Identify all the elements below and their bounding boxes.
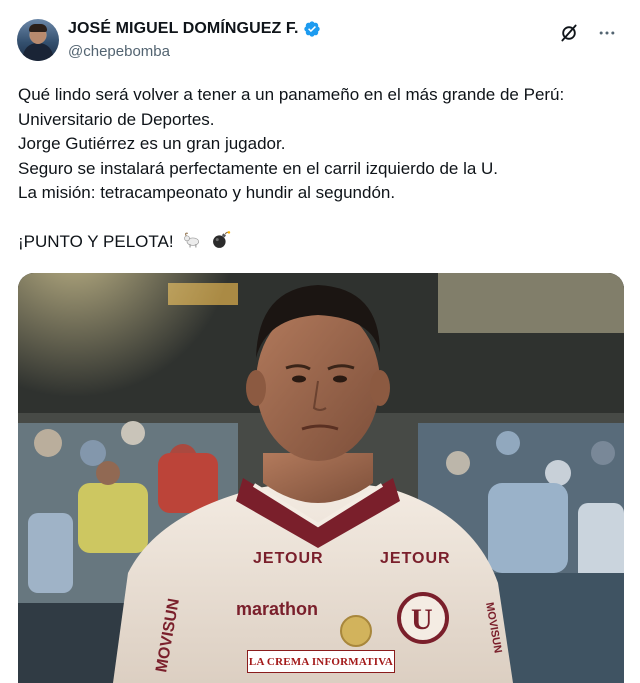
- champion-badge-icon: [340, 615, 372, 647]
- tweet-card: JOSÉ MIGUEL DOMÍNGUEZ F. @chepebomba Qué…: [0, 0, 640, 683]
- profile-avatar[interactable]: [17, 19, 59, 61]
- tweet-line: La misión: tetracampeonato y hundir al s…: [18, 183, 396, 202]
- tweet-text: Qué lindo será volver a tener a un panam…: [18, 83, 624, 254]
- tweet-line: Seguro se instalará perfectamente en el …: [18, 158, 499, 178]
- goat-emoji-icon: [184, 232, 200, 247]
- tweet-line: Universitario de Deportes.: [18, 109, 215, 129]
- tweet-line: Qué lindo será volver a tener a un panam…: [18, 85, 565, 104]
- author-name-row[interactable]: JOSÉ MIGUEL DOMÍNGUEZ F.: [68, 20, 321, 38]
- media-watermark: LA CREMA INFORMATIVA: [247, 650, 395, 673]
- jersey-sponsor-main: marathon: [236, 599, 318, 619]
- more-options-icon[interactable]: [596, 22, 618, 44]
- grok-icon[interactable]: [558, 22, 580, 44]
- author-display-name[interactable]: JOSÉ MIGUEL DOMÍNGUEZ F.: [68, 20, 299, 38]
- jersey-sponsor-right: JETOUR: [380, 550, 451, 567]
- tweet-line: Jorge Gutiérrez es un gran jugador.: [18, 134, 286, 153]
- author-handle[interactable]: @chepebomba: [68, 43, 170, 60]
- tweet-closing-text: ¡PUNTO Y PELOTA!: [18, 231, 174, 251]
- svg-text:U: U: [411, 603, 433, 636]
- tweet-media-photo[interactable]: JETOUR JETOUR marathon MOVISUN U MOVISUN…: [18, 273, 624, 683]
- bomb-emoji-icon: [213, 230, 231, 248]
- header-actions: [558, 22, 618, 44]
- tweet-closing-line: ¡PUNTO Y PELOTA!: [18, 230, 624, 255]
- jersey-sponsor-left: JETOUR: [253, 550, 324, 567]
- verified-badge-icon: [303, 21, 320, 37]
